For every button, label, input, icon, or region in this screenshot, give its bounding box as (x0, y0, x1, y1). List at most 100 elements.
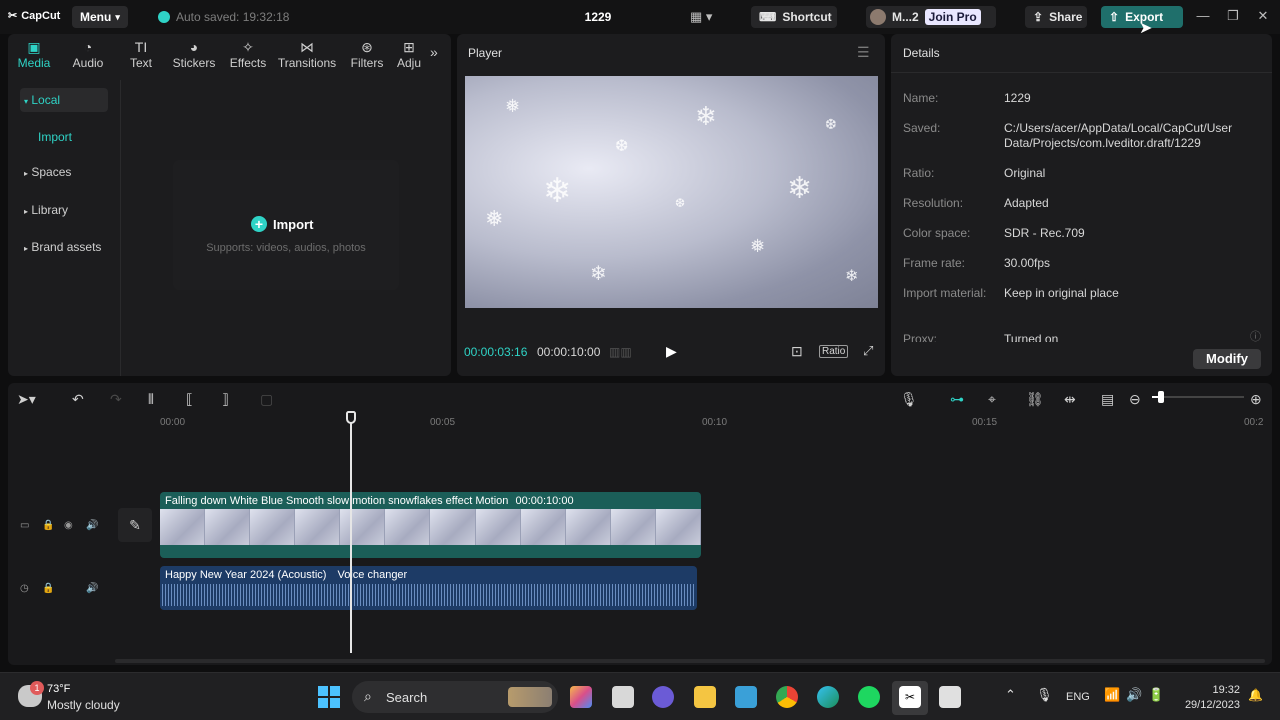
eye-icon[interactable]: ◉ (64, 520, 73, 531)
tab-audio[interactable]: ◔ Audio (68, 38, 108, 70)
notification-badge: 1 (30, 681, 44, 695)
ratio-button[interactable]: Ratio (819, 345, 849, 358)
audio-waveform (162, 584, 695, 606)
wifi-icon[interactable]: 📶 (1104, 687, 1120, 703)
import-button[interactable]: + Import (251, 216, 313, 232)
undo-icon[interactable]: ↶ (72, 391, 84, 408)
fullscreen-icon[interactable]: ⤢ (863, 343, 873, 359)
layout-icon[interactable]: ▦ ▾ (690, 9, 712, 25)
snowflake-icon: ❅ (485, 206, 504, 231)
timeline-scrollbar[interactable] (115, 659, 1265, 663)
chevron-up-icon[interactable]: ⌃ (1005, 687, 1016, 703)
detail-label-saved: Saved: (903, 121, 941, 135)
menu-button[interactable]: Menu ▾ (72, 6, 128, 28)
cover-icon[interactable]: ▭ (20, 520, 29, 531)
preview-axis-icon[interactable]: ⇹ (1064, 391, 1076, 408)
split-icon[interactable]: ⫴ (148, 391, 154, 408)
zoom-slider-handle[interactable] (1158, 391, 1164, 403)
more-tabs-icon[interactable]: » (430, 44, 438, 60)
task-view-icon[interactable] (612, 686, 634, 708)
tab-stickers[interactable]: ◕ Stickers (171, 38, 217, 70)
cover-edit-button[interactable]: ✎ (118, 508, 152, 542)
select-cursor-icon[interactable]: ➤▾ (17, 391, 36, 408)
zoom-slider[interactable] (1152, 391, 1244, 403)
tab-transitions[interactable]: ⋈ Transitions (276, 38, 338, 70)
tab-filters[interactable]: ⊛ Filters (348, 38, 386, 70)
teams-icon[interactable] (652, 686, 674, 708)
player-menu-icon[interactable]: ☰ (857, 44, 870, 61)
import-dropzone[interactable]: + Import Supports: videos, audios, photo… (173, 160, 399, 290)
snowflake-icon: ❆ (615, 138, 629, 155)
notification-bell-icon[interactable]: 🔔 (1248, 688, 1263, 702)
tab-text[interactable]: TI Text (124, 38, 158, 70)
main-track-magnet-icon[interactable]: ⊶ (950, 391, 964, 408)
zoom-out-icon[interactable]: ⊖ (1129, 391, 1141, 408)
fit-screen-icon[interactable]: ⊡ (791, 343, 803, 360)
user-button[interactable]: M...2 Join Pro (866, 6, 996, 28)
video-clip-label: Falling down White Blue Smooth slow moti… (165, 495, 574, 507)
modify-button[interactable]: Modify (1193, 349, 1261, 369)
audio-clip[interactable]: Happy New Year 2024 (Acoustic) Voice cha… (160, 566, 697, 610)
tab-media[interactable]: ▣ Media (16, 38, 52, 70)
clock-date[interactable]: 29/12/2023 (1176, 699, 1240, 711)
sidebar-item-brand-assets[interactable]: ▸ Brand assets (20, 235, 120, 259)
lock-icon[interactable]: 🔒 (42, 520, 54, 531)
windows-taskbar: 1 73°F Mostly cloudy ⌕ Search ✂ ⌃ 🎙 ENG … (0, 672, 1280, 720)
capcut-taskbar-icon[interactable]: ✂ (892, 681, 928, 715)
sidebar-item-local[interactable]: ▾ Local (20, 88, 108, 112)
battery-icon[interactable]: 🔋 (1148, 687, 1164, 703)
info-icon[interactable]: ⓘ (1250, 328, 1261, 344)
keyboard-icon: ⌨ (759, 10, 777, 24)
playhead[interactable] (350, 411, 352, 653)
detail-label-proxy: Proxy: (903, 332, 938, 342)
windows-start-icon[interactable] (318, 686, 340, 708)
join-pro-badge[interactable]: Join Pro (924, 9, 981, 25)
zoom-in-icon[interactable]: ⊕ (1250, 391, 1262, 408)
delete-left-icon[interactable]: ⟦ (186, 391, 193, 408)
timeline-mini-icon: ▥▥ (609, 345, 632, 359)
microphone-tray-icon[interactable]: 🎙 (1036, 687, 1053, 703)
taskbar-search[interactable]: ⌕ Search (352, 681, 558, 713)
tab-adjust[interactable]: ⊞ Adju (396, 38, 422, 70)
chrome-icon[interactable] (776, 686, 798, 708)
redo-icon[interactable]: ↷ (110, 391, 122, 408)
minimize-icon[interactable]: — (1193, 8, 1213, 23)
tab-effects[interactable]: ✧ Effects (228, 38, 268, 70)
microphone-icon[interactable]: 🎙 (900, 391, 918, 408)
store-icon[interactable] (735, 686, 757, 708)
play-icon[interactable]: ▶ (666, 343, 677, 360)
paint-icon[interactable] (939, 686, 961, 708)
sidebar-item-library[interactable]: ▸ Library (20, 198, 108, 222)
sidebar-item-spaces[interactable]: ▸ Spaces (20, 160, 108, 184)
volume-icon[interactable]: 🔊 (86, 583, 98, 594)
filters-icon: ⊛ (361, 39, 373, 55)
caret-right-icon: ▸ (24, 244, 29, 253)
file-explorer-icon[interactable] (694, 686, 716, 708)
detail-label-frame-rate: Frame rate: (903, 256, 966, 270)
auto-snapping-icon[interactable]: ⌖ (988, 391, 996, 408)
linkage-icon[interactable]: ⛓ (1026, 391, 1044, 408)
video-preview[interactable]: ❄ ❄ ❄ ❅ ❆ ❅ ❄ ❆ ❅ ❆ ❄ (465, 76, 878, 308)
caption-icon[interactable]: ▤ (1101, 391, 1114, 408)
playhead-handle[interactable] (346, 411, 356, 424)
sidebar-item-import[interactable]: Import (34, 125, 122, 149)
shortcut-button[interactable]: ⌨ Shortcut (751, 6, 837, 28)
spotify-icon[interactable] (858, 686, 880, 708)
thumbnail (160, 509, 206, 545)
language-indicator[interactable]: ENG (1066, 691, 1090, 703)
edge-icon[interactable] (817, 686, 839, 708)
volume-icon[interactable]: 🔊 (86, 520, 98, 531)
clock-time[interactable]: 19:32 (1182, 684, 1240, 696)
weather-widget[interactable]: 1 73°F Mostly cloudy (18, 681, 138, 715)
volume-tray-icon[interactable]: 🔊 (1126, 687, 1142, 703)
delete-right-icon[interactable]: ⟧ (222, 391, 229, 408)
close-icon[interactable]: ✕ (1253, 8, 1273, 24)
lock-icon[interactable]: 🔒 (42, 583, 54, 594)
share-button[interactable]: ⇪ Share (1025, 6, 1087, 28)
search-highlight-image (508, 687, 552, 707)
maximize-icon[interactable]: ❐ (1223, 8, 1243, 24)
copilot-icon[interactable] (570, 686, 592, 708)
delete-icon[interactable]: ▢ (260, 391, 273, 408)
ruler-tick: 00:05 (430, 417, 456, 428)
video-clip[interactable]: Falling down White Blue Smooth slow moti… (160, 492, 701, 558)
